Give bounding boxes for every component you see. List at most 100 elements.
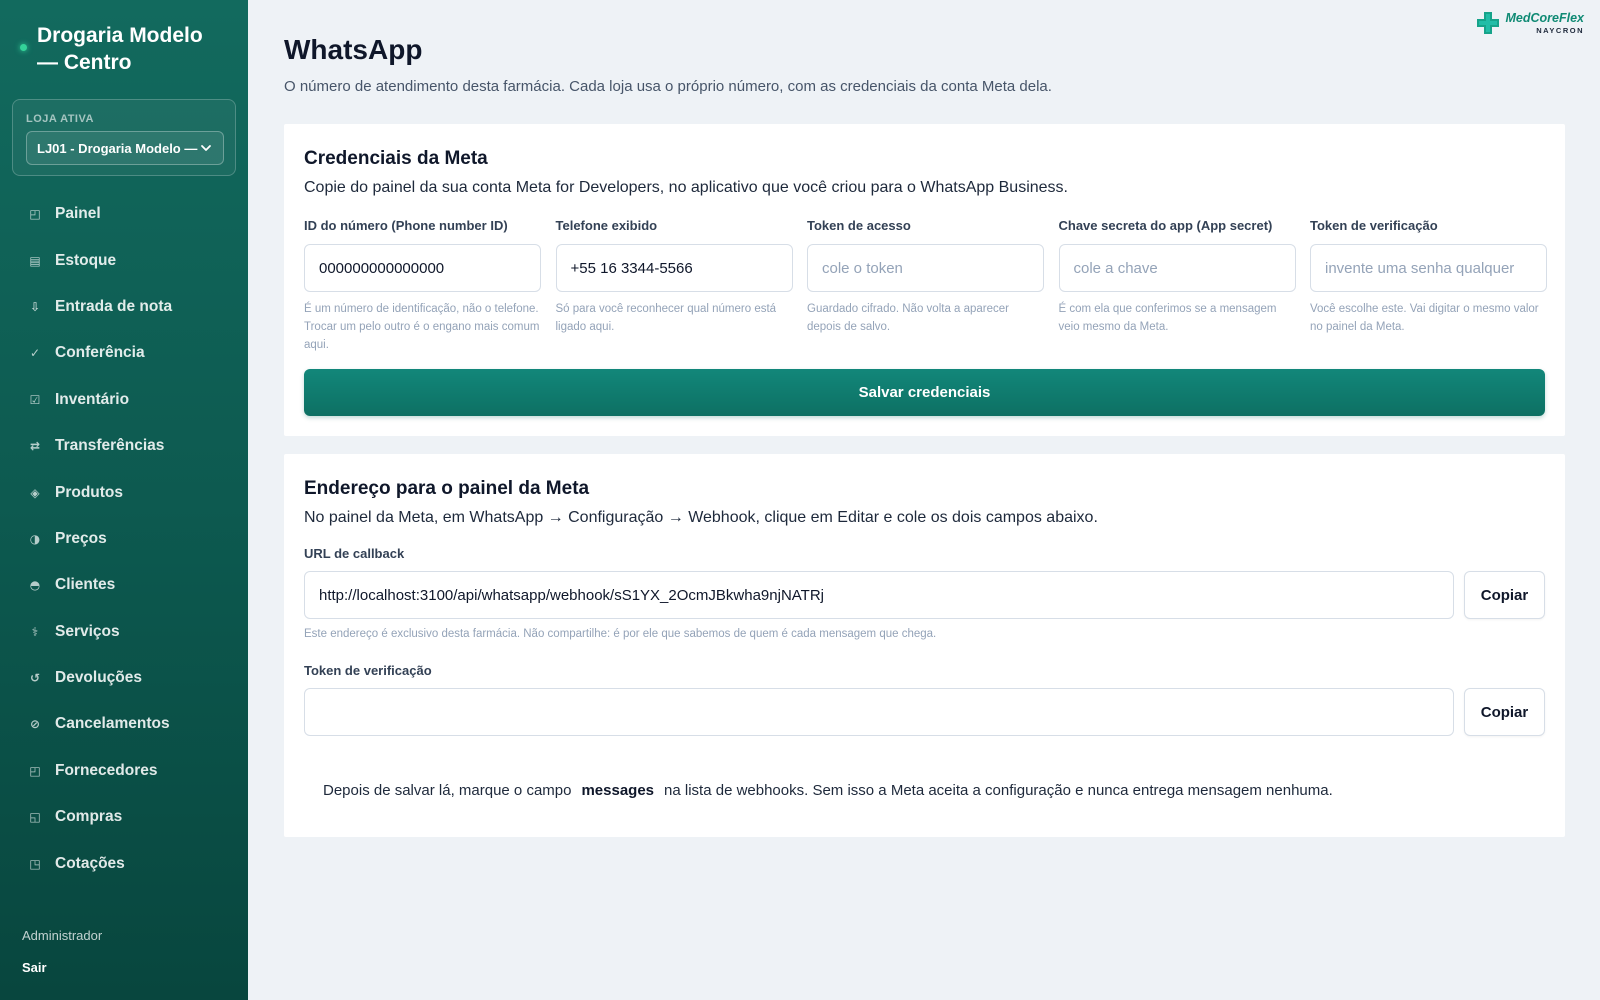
sidebar-item-label: Cotações [55,854,125,872]
clientes-icon: ◓ [29,578,41,593]
user-role: Administrador [22,928,103,943]
sidebar-item-estoque[interactable]: ▤ Estoque [0,237,248,283]
callback-url-help: Este endereço é exclusivo desta farmácia… [304,628,937,640]
sidebar-item-label: Inventário [55,390,130,408]
access-token-group: Token de acesso cole o token Guardado cifr… [807,218,1044,336]
sidebar-item-servicos[interactable]: ⚕ Serviços [0,609,248,655]
sidebar-item-label: Produtos [55,483,124,501]
pharmacy-name: Drogaria Modelo — Centro [37,22,203,76]
display-phone-label: Telefone exibido [555,218,658,233]
conferencia-icon: ✓ [29,346,41,361]
sidebar-item-produtos[interactable]: ◈ Produtos [0,469,248,515]
logo-text: MedCoreFlex [1505,11,1585,25]
copy-callback-button[interactable]: Copiar [1464,571,1545,619]
phone-number-id-label: ID do número (Phone number ID) [304,218,508,233]
sidebar-item-clientes[interactable]: ◓ Clientes [0,562,248,608]
access-token-label: Token de acesso [807,218,911,233]
sidebar-item-conferencia[interactable]: ✓ Conferência [0,330,248,376]
active-store-panel: LOJA ATIVA LJ01 - Drogaria Modelo — [12,99,236,176]
status-dot [20,44,27,51]
verify-token-label: Token de verificação [1310,218,1438,233]
access-token-input[interactable]: cole o token [807,244,1044,292]
verify-token-label: Token de verificação [304,663,432,678]
app-secret-group: Chave secreta do app (App secret) cole a … [1058,218,1296,336]
save-credentials-button[interactable]: Salvar credenciais [304,369,1545,416]
webhook-card: Endereço para o painel da Meta No painel… [284,454,1565,837]
painel-icon: ◰ [29,207,41,222]
webhook-note: Depois de salvar lá, marque o campo messa… [323,782,1333,799]
verify-token-help: Você escolhe este. Vai digitar o mesmo v… [1310,303,1539,333]
sidebar-item-precos[interactable]: ◑ Preços [0,516,248,562]
pharmacy-name-line2: — Centro [37,51,132,74]
sidebar-item-transferencias[interactable]: ⇄ Transferências [0,423,248,469]
active-store-label: LOJA ATIVA [26,113,94,125]
compras-icon: ◱ [29,810,41,825]
sidebar-item-label: Serviços [55,622,120,640]
note-field-name: messages [581,782,655,799]
verify-token-group: Token de verificação invente uma senha qu… [1310,218,1547,336]
servicos-icon: ⚕ [31,624,39,639]
sidebar-item-label: Fornecedores [55,761,158,779]
sidebar-item-label: Transferências [55,437,165,455]
sidebar-item-fornecedores[interactable]: ◰ Fornecedores [0,748,248,794]
display-phone-help: Só para você reconhecer qual número está… [555,303,777,333]
sidebar-item-compras[interactable]: ◱ Compras [0,794,248,840]
fornecedores-icon: ◰ [29,763,41,778]
transferencias-icon: ⇄ [29,439,41,454]
pharmacy-name-line1: Drogaria Modelo [37,24,203,47]
active-store-select[interactable]: LJ01 - Drogaria Modelo — [26,131,224,165]
sidebar-item-label: Compras [55,808,123,826]
sidebar-item-devolucoes[interactable]: ↺ Devoluções [0,655,248,701]
credentials-card: Credenciais da Meta Copie do painel da s… [284,124,1565,436]
estoque-icon: ▤ [29,253,41,268]
credentials-description: Copie do painel da sua conta Meta for De… [304,179,1068,196]
app-secret-label: Chave secreta do app (App secret) [1058,218,1273,233]
page-title: WhatsApp [284,34,423,65]
verify-token-input[interactable]: invente uma senha qualquer [1310,244,1547,292]
sidebar-item-cancelamentos[interactable]: ⊘ Cancelamentos [0,701,248,747]
webhook-description: No painel da Meta, em WhatsApp → Configu… [304,509,1098,526]
display-phone-group: Telefone exibido +55 16 3344-5566 Só para … [555,218,793,336]
sidebar-item-inventario[interactable]: ☑ Inventário [0,377,248,423]
sidebar-item-label: Conferência [55,344,145,362]
verify-token-field[interactable] [304,688,1454,736]
sidebar-item-label: Cancelamentos [55,715,170,733]
sidebar-item-label: Preços [55,529,107,547]
logout-link[interactable]: Sair [22,960,47,975]
sidebar-item-entrada-de-nota[interactable]: ⇩ Entrada de nota [0,284,248,330]
copy-verify-token-button[interactable]: Copiar [1464,688,1545,736]
sidebar-item-cotacoes[interactable]: ◳ Cotações [0,840,248,886]
note-text-before: Depois de salvar lá, marque o campo [323,782,572,799]
sidebar-item-label: Entrada de nota [55,297,173,315]
app-secret-input[interactable]: cole a chave [1058,244,1296,292]
sidebar-nav: ◰ Painel ▤ Estoque ⇩ Entrada de nota ✓ Conferên… [0,191,248,887]
note-text-after: na lista de webhooks. Sem isso a Meta ac… [664,782,1333,799]
devolucoes-icon: ↺ [29,671,41,686]
logo-subtext: NAYCRON [1536,25,1584,35]
app-logo: MedCoreFlex NAYCRON [1475,10,1585,36]
page-subtitle: O número de atendimento desta farmácia. … [284,78,1052,95]
sidebar: Drogaria Modelo — Centro LOJA ATIVA LJ01… [0,0,248,1000]
chevron-down-icon [201,145,211,151]
phone-number-id-help: É um número de identificação, não o tele… [304,303,540,351]
app-secret-help: É com ela que conferimos se a mensagem v… [1058,303,1277,333]
brand: Drogaria Modelo — Centro [20,22,240,76]
sidebar-item-label: Painel [55,205,101,223]
webhook-title: Endereço para o painel da Meta [304,478,590,499]
access-token-help: Guardado cifrado. Não volta a aparecer d… [807,303,1010,333]
inventario-icon: ☑ [29,392,41,407]
produtos-icon: ◈ [30,485,40,500]
cotacoes-icon: ◳ [29,856,41,871]
phone-number-id-input[interactable]: 000000000000000 [304,244,541,292]
sidebar-item-label: Devoluções [55,669,143,687]
callback-url-field[interactable]: http://localhost:3100/api/whatsapp/webho… [304,571,1454,619]
sidebar-item-painel[interactable]: ◰ Painel [0,191,248,237]
callback-url-label: URL de callback [304,546,405,561]
credentials-title: Credenciais da Meta [304,148,488,169]
display-phone-input[interactable]: +55 16 3344-5566 [555,244,793,292]
entrada-de-nota-icon: ⇩ [29,299,41,314]
active-store-value: LJ01 - Drogaria Modelo — [37,140,198,156]
precos-icon: ◑ [29,531,41,546]
sidebar-item-label: Clientes [55,576,116,594]
cancelamentos-icon: ⊘ [29,717,41,732]
